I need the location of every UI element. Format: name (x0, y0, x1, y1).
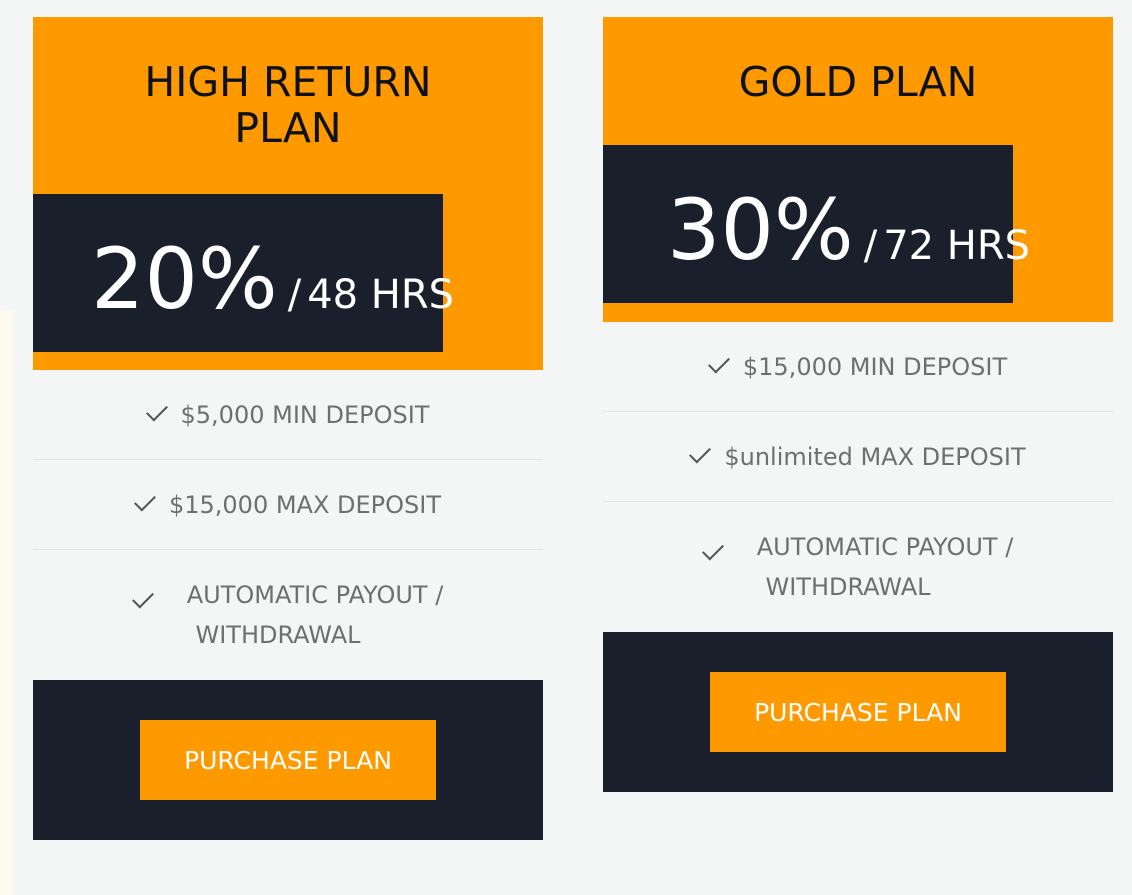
feature-min-deposit: $5,000 MIN DEPOSIT (33, 370, 543, 460)
feature-automatic-payout: AUTOMATIC PAYOUT / WITHDRAWAL (33, 550, 543, 680)
feature-max-deposit: $unlimited MAX DEPOSIT (603, 412, 1113, 502)
feature-automatic-payout: AUTOMATIC PAYOUT / WITHDRAWAL (603, 502, 1113, 632)
check-icon (131, 586, 154, 609)
plan-footer: PURCHASE PLAN (603, 632, 1113, 792)
check-icon (134, 489, 156, 512)
feature-text: $unlimited MAX DEPOSIT (724, 442, 1026, 471)
feature-wrap: AUTOMATIC PAYOUT / WITHDRAWAL (643, 527, 1073, 607)
feature-text: $5,000 MIN DEPOSIT (180, 400, 430, 429)
feature-list: $5,000 MIN DEPOSIT $15,000 MAX DEPOSIT A… (33, 370, 543, 680)
purchase-plan-button[interactable]: PURCHASE PLAN (140, 720, 436, 800)
feature-wrap: AUTOMATIC PAYOUT / WITHDRAWAL (73, 575, 503, 655)
rate-value: 20% (91, 230, 278, 328)
left-edge-strip (0, 310, 12, 895)
feature-text: AUTOMATIC PAYOUT / WITHDRAWAL (756, 533, 1014, 601)
plan-title: GOLD PLAN (738, 58, 978, 106)
plan-header: GOLD PLAN 30%/72 HRS (603, 17, 1113, 322)
feature-min-deposit: $15,000 MIN DEPOSIT (603, 322, 1113, 412)
plan-card-high-return: HIGH RETURN PLAN 20%/48 HRS $5,000 MIN D… (33, 17, 543, 840)
feature-max-deposit: $15,000 MAX DEPOSIT (33, 460, 543, 550)
rate-line: 20%/48 HRS (91, 237, 454, 321)
feature-text: $15,000 MIN DEPOSIT (742, 352, 1008, 381)
feature-text: AUTOMATIC PAYOUT / WITHDRAWAL (186, 581, 444, 649)
purchase-plan-button[interactable]: PURCHASE PLAN (710, 672, 1006, 752)
plan-card-gold: GOLD PLAN 30%/72 HRS $15,000 MIN DEPOSIT… (603, 17, 1113, 792)
plan-title: HIGH RETURN PLAN (144, 58, 432, 152)
rate-separator: / (287, 272, 302, 318)
feature-list: $15,000 MIN DEPOSIT $unlimited MAX DEPOS… (603, 322, 1113, 632)
feature-text: $15,000 MAX DEPOSIT (168, 490, 442, 519)
rate-value: 30% (667, 181, 854, 279)
plan-footer: PURCHASE PLAN (33, 680, 543, 840)
check-icon (707, 351, 730, 374)
rate-separator: / (863, 223, 878, 269)
rate-period: 72 HRS (883, 223, 1031, 269)
check-icon (701, 538, 724, 561)
rate-line: 30%/72 HRS (667, 188, 1030, 272)
plan-header: HIGH RETURN PLAN 20%/48 HRS (33, 17, 543, 370)
check-icon (145, 399, 168, 422)
check-icon (689, 441, 712, 464)
rate-period: 48 HRS (307, 272, 455, 318)
